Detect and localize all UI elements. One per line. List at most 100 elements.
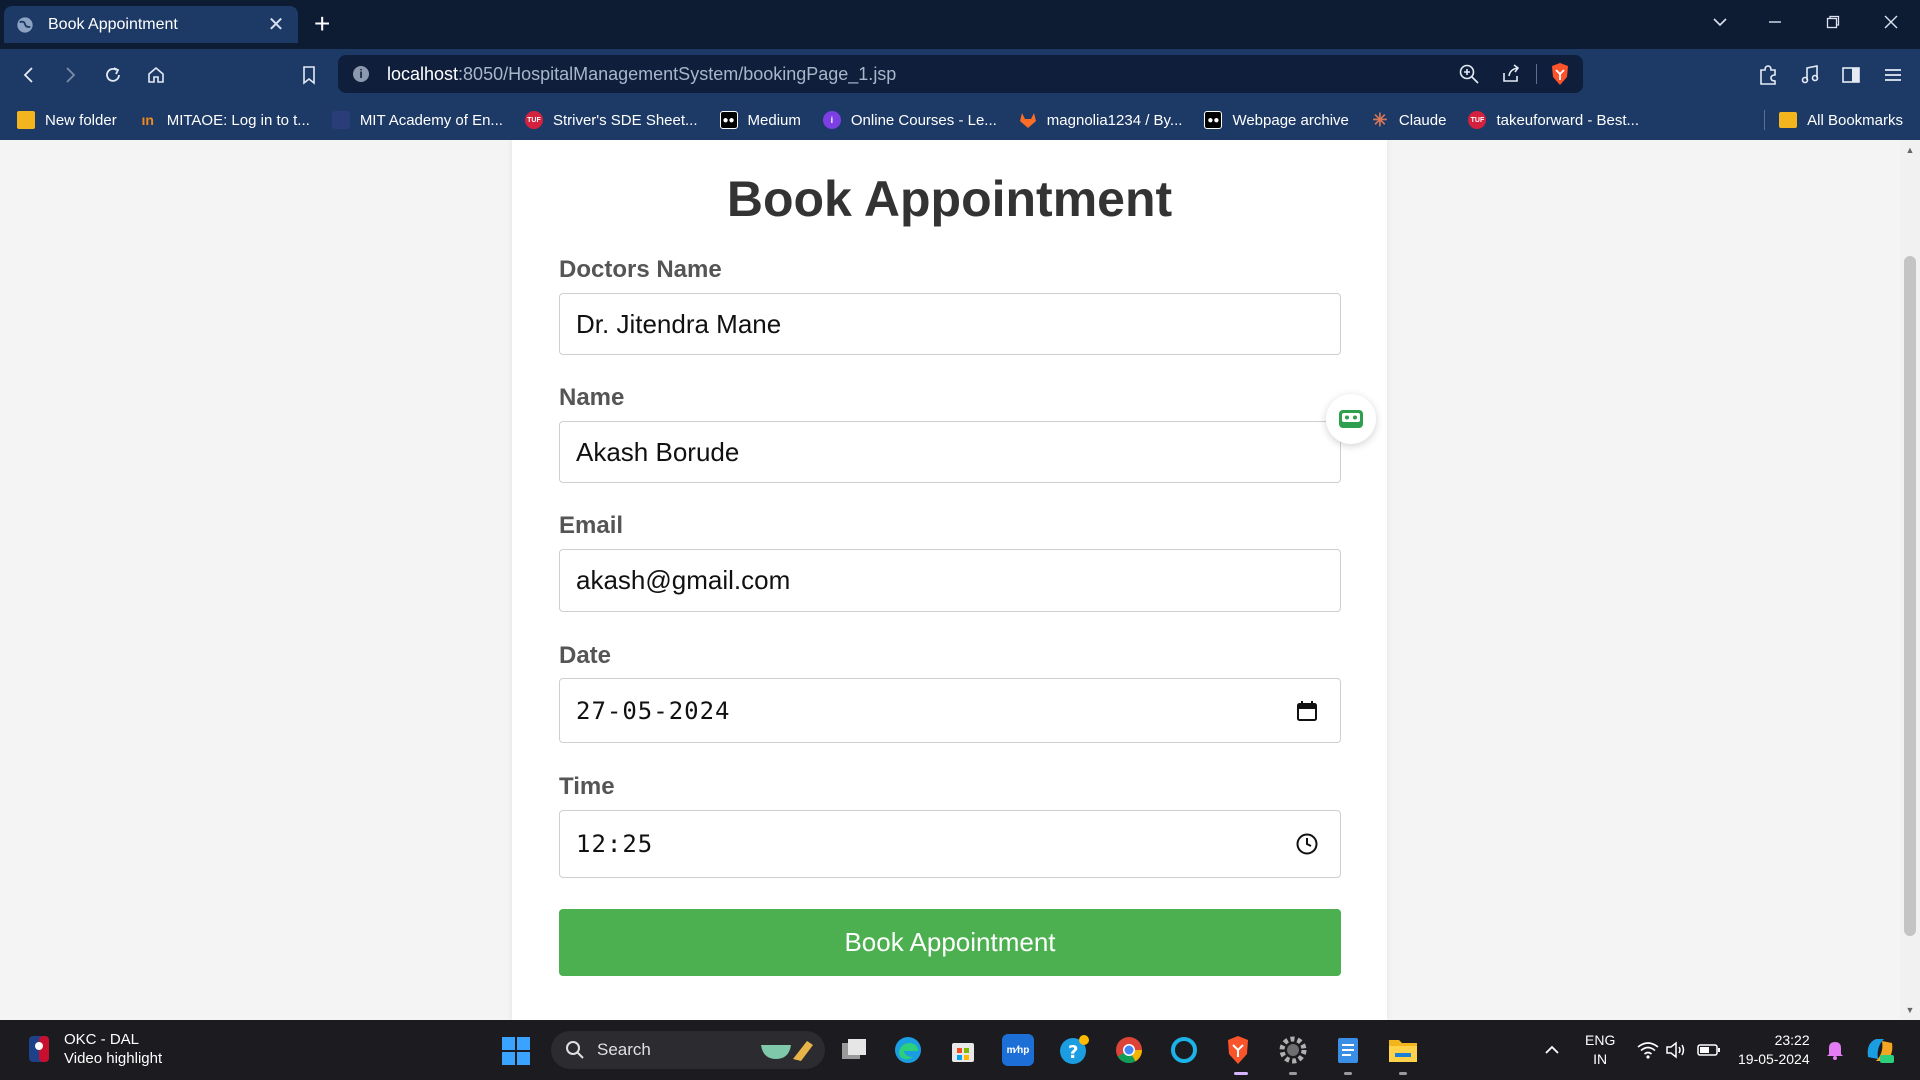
windows-start-icon[interactable] <box>502 1037 530 1065</box>
bookmark-label: Webpage archive <box>1232 111 1349 129</box>
tab-book-appointment[interactable]: Book Appointment ✕ <box>4 6 298 43</box>
bookmark-striver[interactable]: TUF Striver's SDE Sheet... <box>524 111 698 129</box>
book-appointment-button[interactable]: Book Appointment <box>559 909 1341 976</box>
courses-icon: i <box>822 111 841 129</box>
bookmark-magnolia[interactable]: magnolia1234 / By... <box>1019 111 1183 129</box>
volume-icon[interactable] <box>1665 1020 1687 1080</box>
address-bar[interactable]: i localhost:8050/HospitalManagementSyste… <box>338 55 1583 93</box>
share-icon[interactable] <box>1498 61 1524 87</box>
edge-icon[interactable] <box>892 1034 924 1066</box>
help-icon[interactable]: ? <box>1058 1034 1090 1066</box>
tuf-icon: TUF <box>524 111 543 129</box>
page-scrollbar[interactable]: ▲ ▼ <box>1900 140 1920 1020</box>
date-field[interactable]: 27-05-2024 <box>559 678 1341 743</box>
bookmark-webpage-archive[interactable]: ●● Webpage archive <box>1204 111 1349 129</box>
system-clock[interactable]: 23:22 19-05-2024 <box>1738 1031 1810 1069</box>
language-indicator[interactable]: ENG IN <box>1585 1031 1615 1069</box>
name-label: Name <box>559 384 625 411</box>
assistant-widget-button[interactable] <box>1326 394 1376 444</box>
name-field[interactable]: Akash Borude <box>559 421 1341 483</box>
home-icon[interactable] <box>143 62 169 88</box>
notifications-icon[interactable] <box>1826 1020 1844 1080</box>
brave-icon[interactable] <box>1222 1034 1254 1066</box>
tab-search-chevron-icon[interactable] <box>1705 10 1735 38</box>
chrome-icon[interactable] <box>1113 1034 1145 1066</box>
bookmark-label: Claude <box>1398 111 1447 129</box>
windows-taskbar: OKC - DAL Video highlight Search m∕hp ? <box>0 1020 1920 1080</box>
bookmark-claude[interactable]: ✳ Claude <box>1371 110 1447 130</box>
browser-toolbar: i localhost:8050/HospitalManagementSyste… <box>0 49 1920 100</box>
close-window-icon[interactable] <box>1876 10 1906 38</box>
bookmark-label: Medium <box>747 111 801 129</box>
active-app-indicator <box>1234 1072 1248 1075</box>
bookmark-label: magnolia1234 / By... <box>1046 111 1183 129</box>
news-widget[interactable]: OKC - DAL Video highlight <box>28 1030 162 1068</box>
scroll-up-icon[interactable]: ▲ <box>1904 144 1916 156</box>
bookmark-label: Striver's SDE Sheet... <box>552 111 698 129</box>
file-explorer-icon[interactable] <box>1387 1034 1419 1066</box>
tab-title: Book Appointment <box>48 15 178 33</box>
bookmark-mit-academy[interactable]: MIT Academy of En... <box>331 111 503 129</box>
bookmark-label: MIT Academy of En... <box>359 111 503 129</box>
menu-icon[interactable] <box>1880 62 1906 88</box>
gitlab-icon <box>1019 111 1037 129</box>
email-field[interactable]: akash@gmail.com <box>559 549 1341 612</box>
back-icon[interactable] <box>16 62 42 88</box>
date-label: Date <box>559 642 612 669</box>
zoom-icon[interactable] <box>1456 61 1482 87</box>
sidebar-icon[interactable] <box>1838 62 1864 88</box>
bookmark-takeuforward[interactable]: TUF takeuforward - Best... <box>1468 111 1639 129</box>
bookmark-label: MITAOE: Log in to t... <box>166 111 310 129</box>
bookmark-online-courses[interactable]: i Online Courses - Le... <box>822 111 997 129</box>
site-info-icon[interactable]: i <box>353 66 369 82</box>
search-icon <box>566 1041 584 1059</box>
bookmarks-bar: New folder ın MITAOE: Log in to t... MIT… <box>0 100 1920 140</box>
clock-icon[interactable] <box>1294 831 1320 857</box>
svg-text:?: ? <box>1068 1042 1078 1063</box>
notepad-icon[interactable] <box>1332 1034 1364 1066</box>
task-view-icon[interactable] <box>838 1034 870 1066</box>
scroll-down-icon[interactable]: ▼ <box>1904 1004 1916 1016</box>
doctor-name-field[interactable]: Dr. Jitendra Mane <box>559 293 1341 355</box>
battery-icon[interactable] <box>1697 1020 1721 1080</box>
email-label: Email <box>559 512 624 539</box>
page-viewport: Book Appointment Doctors Name Dr. Jitend… <box>0 140 1920 1020</box>
forward-icon[interactable] <box>57 62 83 88</box>
mvhp-icon[interactable]: m∕hp <box>1002 1034 1034 1066</box>
time-field[interactable]: 12:25 <box>559 810 1341 878</box>
bookmark-medium[interactable]: ●● Medium <box>719 111 801 129</box>
store-icon[interactable] <box>947 1034 979 1066</box>
copilot-icon[interactable] <box>1864 1020 1896 1080</box>
folder-icon <box>17 111 35 129</box>
running-indicator <box>1289 1072 1297 1075</box>
url-divider <box>1536 64 1537 84</box>
reload-icon[interactable] <box>100 62 126 88</box>
widget-title: OKC - DAL <box>64 1031 140 1048</box>
settings-icon[interactable] <box>1277 1034 1309 1066</box>
nba-icon <box>29 1036 49 1062</box>
cortana-icon[interactable] <box>1168 1034 1200 1066</box>
close-tab-icon[interactable]: ✕ <box>266 12 286 37</box>
bookmark-mitaoe[interactable]: ın MITAOE: Log in to t... <box>139 111 310 129</box>
bookmark-label: New folder <box>45 111 117 129</box>
language-code: ENG <box>1585 1032 1616 1048</box>
bookmark-new-folder[interactable]: New folder <box>17 111 117 129</box>
scrollbar-thumb[interactable] <box>1904 256 1916 936</box>
taskbar-search[interactable]: Search <box>551 1031 825 1069</box>
brave-shields-icon[interactable] <box>1547 61 1573 87</box>
media-icon[interactable] <box>1797 62 1823 88</box>
calendar-icon[interactable] <box>1294 698 1320 724</box>
new-tab-icon[interactable]: + <box>314 10 330 38</box>
bookmark-page-icon[interactable] <box>296 62 322 88</box>
minimize-icon[interactable] <box>1760 10 1790 38</box>
extensions-icon[interactable] <box>1755 62 1781 88</box>
all-bookmarks[interactable]: All Bookmarks <box>1764 100 1903 140</box>
wifi-icon[interactable] <box>1637 1020 1659 1080</box>
page-title: Book Appointment <box>726 171 1173 227</box>
booking-form-card: Book Appointment Doctors Name Dr. Jitend… <box>512 140 1387 1020</box>
all-bookmarks-label: All Bookmarks <box>1807 111 1903 129</box>
bookmark-label: Online Courses - Le... <box>850 111 997 129</box>
mit-icon <box>331 111 350 129</box>
restore-icon[interactable] <box>1818 10 1848 38</box>
show-hidden-icons[interactable] <box>1543 1020 1561 1080</box>
